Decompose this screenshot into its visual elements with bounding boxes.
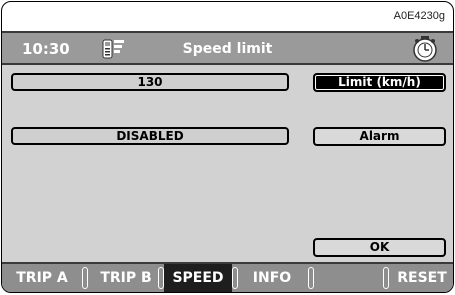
- ok-button[interactable]: OK: [313, 238, 446, 257]
- alarm-status-field[interactable]: DISABLED: [11, 127, 289, 145]
- tab-trip-b[interactable]: TRIP B: [94, 264, 158, 292]
- limit-value-field[interactable]: 130: [11, 73, 289, 91]
- tab-trip-a[interactable]: TRIP A: [10, 264, 74, 292]
- title-bar: 10:30 Speed limit: [2, 31, 453, 65]
- tab-bar: TRIP A TRIP B SPEED INFO RESET: [2, 262, 453, 292]
- content-area: 130 Limit (km/h) DISABLED Alarm OK: [2, 65, 453, 265]
- tab-empty[interactable]: [316, 264, 378, 292]
- reference-code: A0E4230g: [393, 10, 445, 22]
- limit-button[interactable]: Limit (km/h): [313, 73, 446, 92]
- clock-icon: [411, 35, 439, 63]
- alarm-button[interactable]: Alarm: [313, 127, 446, 146]
- display-screen: A0E4230g 10:30 Speed limit 130 Limit (km…: [1, 1, 454, 293]
- tab-reset[interactable]: RESET: [392, 264, 452, 292]
- tab-separator: [82, 267, 88, 289]
- tab-info[interactable]: INFO: [242, 264, 302, 292]
- tab-separator: [232, 267, 238, 289]
- tab-speed[interactable]: SPEED: [164, 264, 232, 292]
- tab-separator: [383, 267, 389, 289]
- tab-separator: [308, 267, 314, 289]
- page-title: Speed limit: [182, 41, 273, 57]
